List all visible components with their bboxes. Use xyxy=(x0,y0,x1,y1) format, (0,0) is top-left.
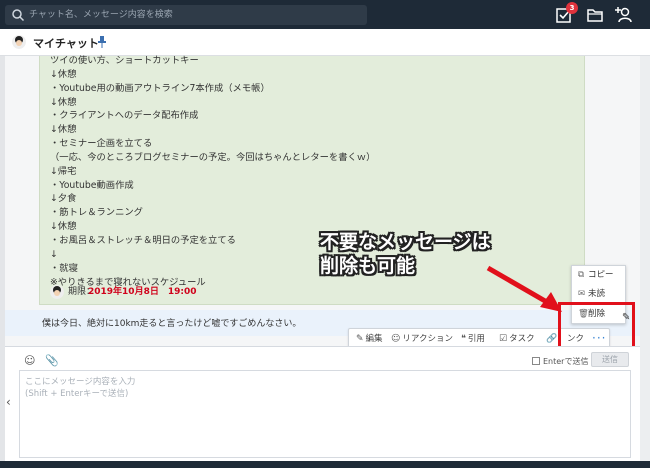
task-line: ・就寝 xyxy=(50,262,78,274)
message-composer: ☺ 📎 Enterで送信 送信 xyxy=(5,346,640,468)
top-bar: 3 xyxy=(0,0,650,29)
right-panel-edge xyxy=(640,56,650,468)
task-line: ・セミナー企画を立てる xyxy=(50,138,153,150)
search-input[interactable] xyxy=(29,7,359,23)
edit-action[interactable]: ✎ 編集 xyxy=(356,333,383,345)
quote-action[interactable]: ❝ 引用 xyxy=(461,333,485,345)
pencil-icon: ✎ xyxy=(356,334,364,344)
pin-icon[interactable] xyxy=(98,36,106,48)
paperclip-icon[interactable]: 📎 xyxy=(45,354,59,367)
task-action[interactable]: ☑ タスク xyxy=(499,333,535,345)
deadline-value: 2019年10月8日 19:00 xyxy=(88,287,197,297)
task-line: ・Youtube動画作成 xyxy=(50,179,134,191)
pen-icon: ✎ xyxy=(622,312,631,323)
unread-icon: ✉ xyxy=(578,289,586,299)
reaction-action[interactable]: ☺ リアクション xyxy=(391,333,453,345)
task-body: ツイの使い方、ショートカットキー ↓休憩 ・Youtube用の動画アウトライン7… xyxy=(50,54,570,289)
menu-copy-label: コピー xyxy=(588,270,614,280)
task-line: （一応、今のところブログセミナーの予定。今回はちゃんとレターを書くｗ） xyxy=(50,151,376,163)
menu-item-unread[interactable]: ✉ 未読 xyxy=(578,288,605,301)
task-line: ・Youtube用の動画アウトライン7本作成（メモ帳） xyxy=(50,82,270,94)
task-label: タスク xyxy=(509,334,535,344)
task-line: ツイの使い方、ショートカットキー xyxy=(50,55,199,66)
folder-icon[interactable] xyxy=(585,5,605,25)
message-input[interactable] xyxy=(20,371,630,457)
menu-unread-label: 未読 xyxy=(588,289,606,299)
copy-icon: ⧉ xyxy=(578,270,585,280)
link-icon: 🔗 xyxy=(546,334,558,344)
task-card: ツイの使い方、ショートカットキー ↓休憩 ・Youtube用の動画アウトライン7… xyxy=(39,54,585,305)
enter-send-toggle[interactable]: Enterで送信 xyxy=(532,356,588,367)
room-title: マイチャット xyxy=(33,37,99,50)
checkbox-icon: ☑ xyxy=(499,334,508,344)
task-line: ↓休憩 xyxy=(50,68,77,80)
highlight-box xyxy=(558,302,635,350)
avatar[interactable] xyxy=(12,35,26,49)
collapse-panel-icon[interactable]: ‹ xyxy=(6,395,11,409)
quote-label: 引用 xyxy=(467,334,485,344)
enter-send-label: Enterで送信 xyxy=(543,357,589,366)
annotation-line-1: 不要なメッセージは xyxy=(320,231,491,253)
task-line: ・筋トレ＆ランニング xyxy=(50,207,143,219)
task-line: ・クライアントへのデータ配布作成 xyxy=(50,110,199,122)
send-button[interactable]: 送信 xyxy=(591,352,629,367)
message-input-area[interactable] xyxy=(19,370,631,458)
message-text: 僕は今日、絶対に10km走ると言ったけど嘘ですごめんなさい。 xyxy=(42,319,302,329)
task-line: ↓休憩 xyxy=(50,124,77,136)
edit-label: 編集 xyxy=(365,334,383,344)
task-line: ↓夕食 xyxy=(50,193,77,205)
enter-send-checkbox[interactable] xyxy=(532,357,540,365)
smiley-icon: ☺ xyxy=(391,334,401,344)
room-header: マイチャット xyxy=(0,29,650,56)
reaction-label: リアクション xyxy=(402,334,453,344)
search-icon xyxy=(12,9,25,22)
search-box[interactable] xyxy=(5,5,367,25)
annotation-callout: 不要なメッセージは 削除も可能 xyxy=(320,230,491,278)
assignee-avatar xyxy=(50,285,64,299)
bottom-strip xyxy=(0,461,650,468)
task-line: ・お風呂＆ストレッチ＆明日の予定を立てる xyxy=(50,234,236,246)
task-line: ↓休憩 xyxy=(50,221,77,233)
task-line: ↓ xyxy=(50,248,58,260)
task-line: ↓休憩 xyxy=(50,96,77,108)
add-contact-icon[interactable] xyxy=(614,5,634,25)
task-line: ↓帰宅 xyxy=(50,165,77,177)
task-count-badge: 3 xyxy=(566,2,578,14)
menu-item-copy[interactable]: ⧉ コピー xyxy=(578,269,614,282)
quote-icon: ❝ xyxy=(461,334,466,344)
emoji-icon[interactable]: ☺ xyxy=(24,354,35,367)
annotation-line-2: 削除も可能 xyxy=(320,255,416,277)
